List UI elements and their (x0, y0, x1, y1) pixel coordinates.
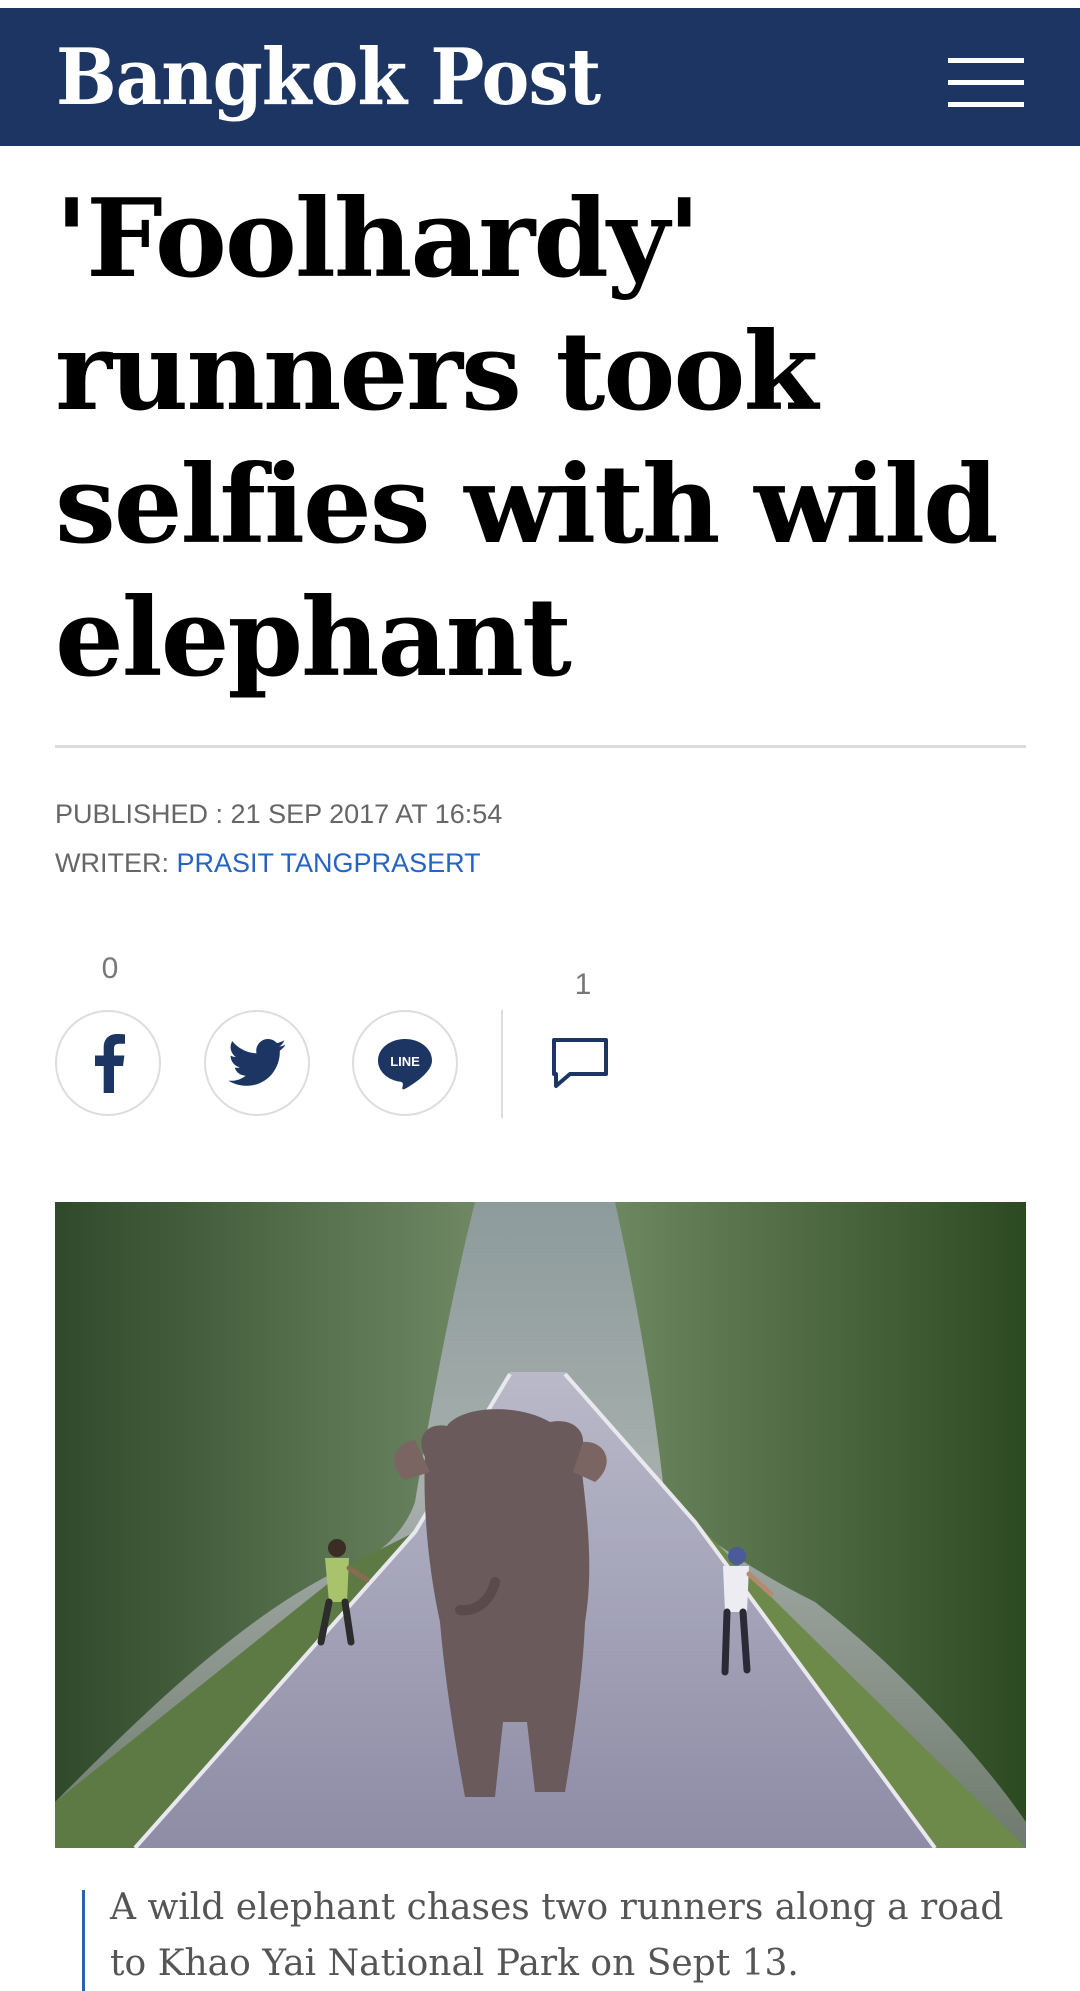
headline-line: selfies with wild (55, 442, 999, 568)
headline-line: elephant (55, 575, 572, 701)
line-icon-label: LINE (390, 1054, 420, 1069)
writer-label: WRITER: (55, 848, 169, 878)
writer-name-link[interactable]: PRASIT TANGPRASERT (177, 848, 481, 878)
headline-divider (55, 745, 1026, 748)
headline-line: runners took (55, 309, 818, 435)
published-date: PUBLISHED : 21 SEP 2017 AT 16:54 (55, 799, 503, 829)
article-photo (55, 1202, 1026, 1848)
line-share-button[interactable]: LINE (352, 1010, 458, 1116)
comment-count: 1 (574, 968, 592, 1001)
headline-line: 'Foolhardy' (55, 176, 701, 302)
photo-caption: A wild elephant chases two runners along… (110, 1887, 1004, 1984)
bangkok-post-logo[interactable]: Bangkok Post (56, 30, 601, 126)
site-header: Bangkok Post (0, 8, 1080, 146)
article-headline: 'Foolhardy' runners took selfies with wi… (55, 173, 1035, 705)
facebook-icon (95, 1034, 125, 1093)
menu-button[interactable] (940, 48, 1026, 118)
facebook-share-button[interactable] (55, 1010, 161, 1116)
writer-line: WRITER: PRASIT TANGPRASERT (55, 846, 481, 880)
line-icon: LINE (378, 1039, 432, 1090)
comment-bubble-icon (552, 1038, 608, 1088)
twitter-icon (228, 1039, 286, 1086)
caption-accent-bar (82, 1890, 85, 1991)
comment-button[interactable] (548, 1034, 618, 1098)
share-divider (501, 1010, 503, 1118)
twitter-share-button[interactable] (204, 1010, 310, 1116)
share-count: 0 (101, 952, 119, 985)
